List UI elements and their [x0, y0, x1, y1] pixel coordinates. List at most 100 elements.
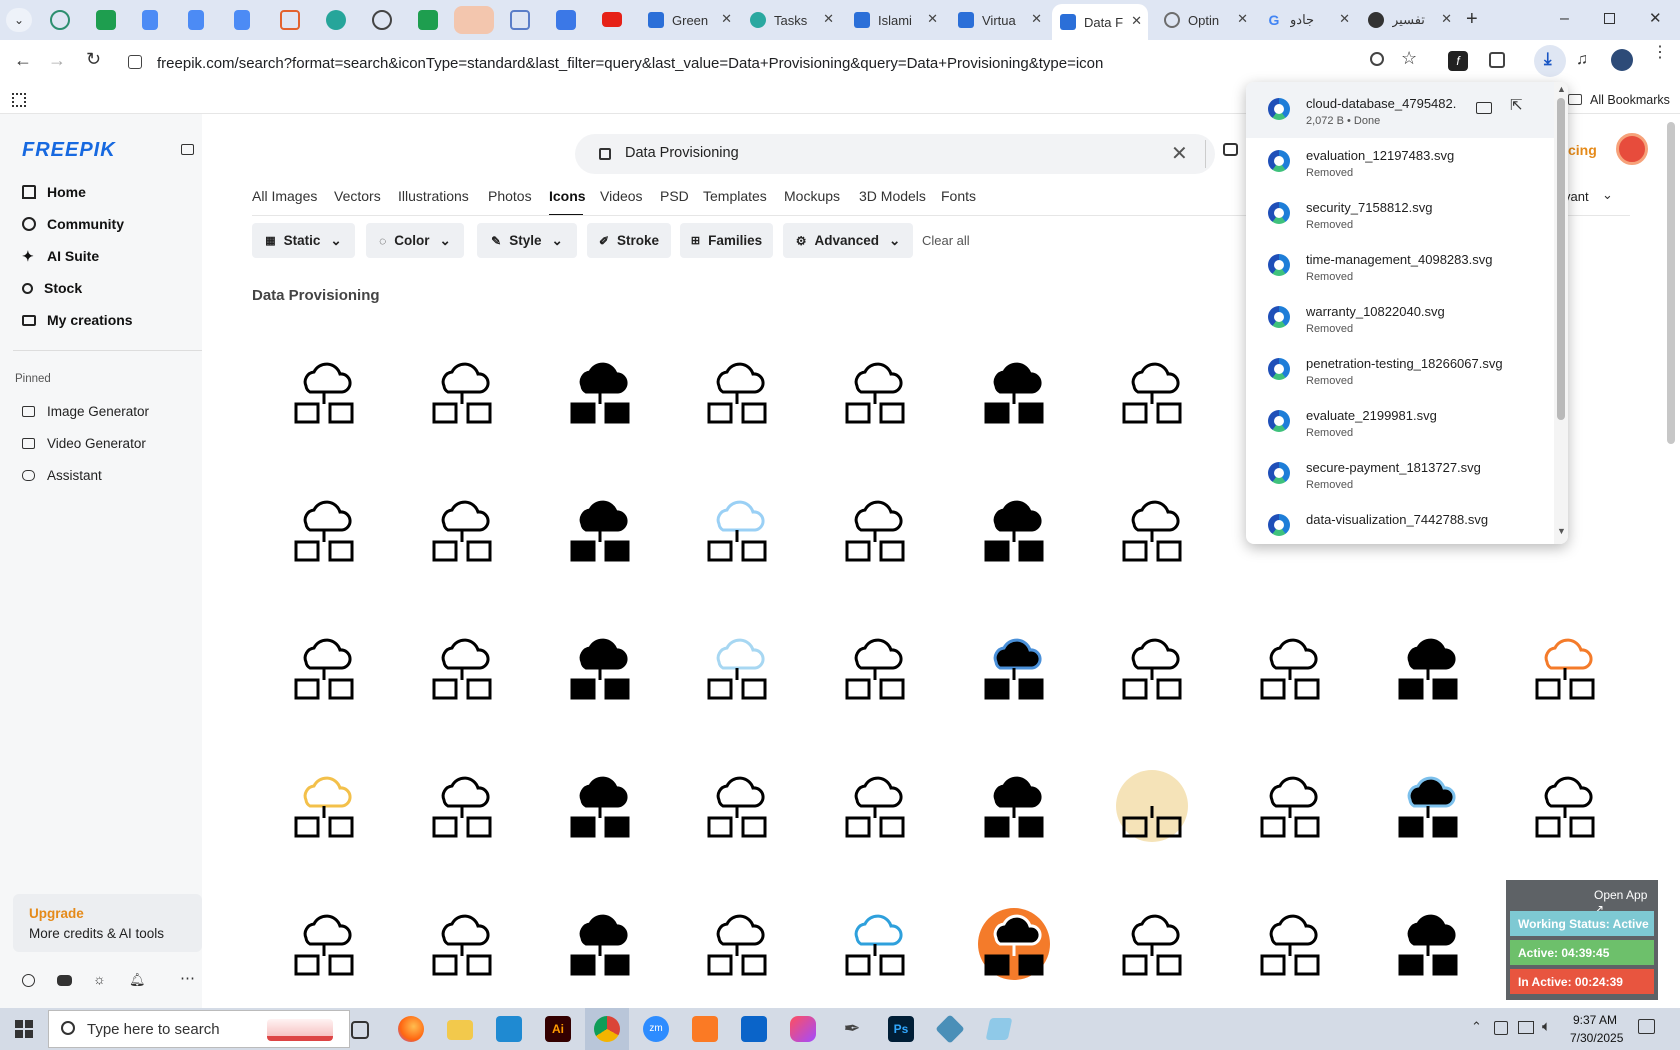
pinned-tab-grid[interactable] [280, 10, 300, 30]
tray-network-icon[interactable] [1518, 1021, 1534, 1034]
sort-chevron-icon[interactable]: ⌄ [1602, 187, 1613, 203]
result-icon[interactable] [1388, 766, 1468, 846]
sidebar-item-video-generator[interactable]: Video Generator [22, 436, 146, 451]
result-icon[interactable] [835, 490, 915, 570]
result-icon[interactable] [1250, 904, 1330, 984]
camera-search-icon[interactable] [1223, 143, 1238, 156]
result-icon[interactable] [974, 352, 1054, 432]
close-icon[interactable]: ✕ [1031, 11, 1042, 27]
scrollbar-thumb[interactable] [1557, 98, 1565, 420]
clear-all-link[interactable]: Clear all [922, 233, 970, 248]
close-icon[interactable]: ✕ [823, 11, 834, 27]
search-input[interactable]: Data Provisioning [625, 145, 739, 161]
result-icon[interactable] [422, 628, 502, 708]
tab-videos[interactable]: Videos [600, 188, 643, 204]
apps-grid-icon[interactable] [12, 93, 26, 107]
result-icon[interactable] [697, 766, 777, 846]
result-icon[interactable] [1250, 628, 1330, 708]
pinned-tab-docs-3[interactable] [234, 10, 250, 30]
pricing-link[interactable]: cing [1568, 142, 1597, 158]
discord-icon[interactable] [57, 975, 72, 986]
close-icon[interactable]: ✕ [1339, 11, 1350, 27]
download-item[interactable]: security_7158812.svg Removed [1246, 190, 1546, 242]
close-icon[interactable]: ✕ [1441, 11, 1452, 27]
close-icon[interactable]: ✕ [927, 11, 938, 27]
new-tab-icon[interactable]: + [1466, 8, 1478, 31]
result-icon[interactable] [422, 352, 502, 432]
tab-3d-models[interactable]: 3D Models [859, 188, 926, 204]
tray-chevron-icon[interactable]: ⌃ [1471, 1019, 1482, 1035]
show-in-folder-icon[interactable] [1476, 102, 1492, 114]
result-icon[interactable] [1112, 904, 1192, 984]
pinned-tab-sheets-2[interactable] [418, 10, 438, 30]
pinned-tab-sheets[interactable] [96, 10, 116, 30]
search-bar[interactable]: Data Provisioning ✕ [575, 134, 1215, 174]
tab-vectors[interactable]: Vectors [334, 188, 381, 204]
sidebar-item-stock[interactable]: Stock [22, 277, 82, 299]
result-icon[interactable] [974, 904, 1054, 984]
result-icon[interactable] [284, 766, 364, 846]
result-icon[interactable] [560, 766, 640, 846]
download-item[interactable]: warranty_10822040.svg Removed [1246, 294, 1546, 346]
menu-kebab-icon[interactable]: ⋮ [1652, 45, 1668, 61]
all-bookmarks-label[interactable]: All Bookmarks [1590, 93, 1670, 107]
tab-all-images[interactable]: All Images [252, 188, 317, 204]
tab-tasks[interactable]: Tasks ✕ [742, 6, 840, 34]
result-icon[interactable] [1388, 904, 1468, 984]
result-icon[interactable] [835, 904, 915, 984]
result-icon[interactable] [560, 490, 640, 570]
pinned-tab-qr[interactable] [510, 10, 530, 30]
result-icon[interactable] [974, 490, 1054, 570]
page-scrollbar[interactable] [1667, 122, 1675, 444]
filter-color[interactable]: ◌ Color ⌄ [366, 223, 464, 258]
creative-cloud-icon[interactable] [790, 1016, 816, 1042]
tray-security-icon[interactable] [1494, 1021, 1508, 1035]
close-window-icon[interactable]: ✕ [1649, 9, 1662, 27]
tray-volume-icon[interactable]: 🔈︎ [1542, 1018, 1551, 1035]
result-icon[interactable] [1112, 766, 1192, 846]
chrome-icon[interactable] [594, 1016, 620, 1042]
result-icon[interactable] [560, 352, 640, 432]
notification-center-icon[interactable] [1638, 1019, 1655, 1034]
tab-icons[interactable]: Icons [549, 188, 586, 204]
result-icon[interactable] [1525, 766, 1605, 846]
vscode-icon[interactable] [496, 1016, 522, 1042]
windows-start-icon[interactable] [15, 1020, 33, 1038]
url-text[interactable]: freepik.com/search?format=search&iconTyp… [157, 55, 1103, 72]
result-icon[interactable] [284, 352, 364, 432]
result-icon[interactable] [422, 490, 502, 570]
pinned-tab-youtube[interactable] [602, 12, 622, 27]
result-icon[interactable] [1112, 490, 1192, 570]
pinned-tab-openai[interactable] [372, 10, 392, 30]
pinned-tab-docs-1[interactable] [142, 10, 158, 30]
user-avatar[interactable] [1616, 133, 1648, 165]
sidebar-collapse-icon[interactable] [181, 144, 194, 155]
filter-style[interactable]: ✎ Style ⌄ [477, 223, 577, 258]
tab-search-button[interactable]: ⌄ [6, 8, 32, 32]
download-item[interactable]: time-management_4098283.svg Removed [1246, 242, 1546, 294]
pinned-tab-forms[interactable] [556, 10, 576, 30]
result-icon[interactable] [560, 904, 640, 984]
bookmark-star-icon[interactable]: ☆ [1401, 48, 1417, 69]
pinned-tab-docs-2[interactable] [188, 10, 204, 30]
sidebar-item-home[interactable]: Home [22, 181, 86, 203]
notifications-icon[interactable]: 🔔︎ [129, 972, 146, 988]
downloads-scrollbar[interactable]: ▲ ▼ [1554, 82, 1568, 544]
download-item[interactable]: cloud-database_4795482. 2,072 B • Done [1246, 86, 1546, 138]
extensions-puzzle-icon[interactable] [1489, 52, 1505, 68]
open-external-icon[interactable]: ⇱ [1510, 96, 1523, 114]
sidebar-item-ai-suite[interactable]: ✦ AI Suite [22, 245, 99, 267]
result-icon[interactable] [284, 490, 364, 570]
close-icon[interactable]: ✕ [1131, 13, 1142, 29]
download-item[interactable]: penetration-testing_18266067.svg Removed [1246, 346, 1546, 398]
notepad-icon[interactable] [985, 1017, 1013, 1041]
media-control-icon[interactable]: ♫ [1576, 51, 1588, 69]
site-info-icon[interactable] [128, 55, 142, 69]
filter-static[interactable]: ▦ Static ⌄ [252, 223, 355, 258]
xampp-icon[interactable] [692, 1016, 718, 1042]
result-icon[interactable] [697, 490, 777, 570]
sidebar-item-community[interactable]: Community [22, 213, 124, 235]
upgrade-card[interactable]: Upgrade More credits & AI tools [13, 894, 202, 952]
profile-avatar[interactable] [1611, 49, 1633, 71]
result-icon[interactable] [422, 904, 502, 984]
